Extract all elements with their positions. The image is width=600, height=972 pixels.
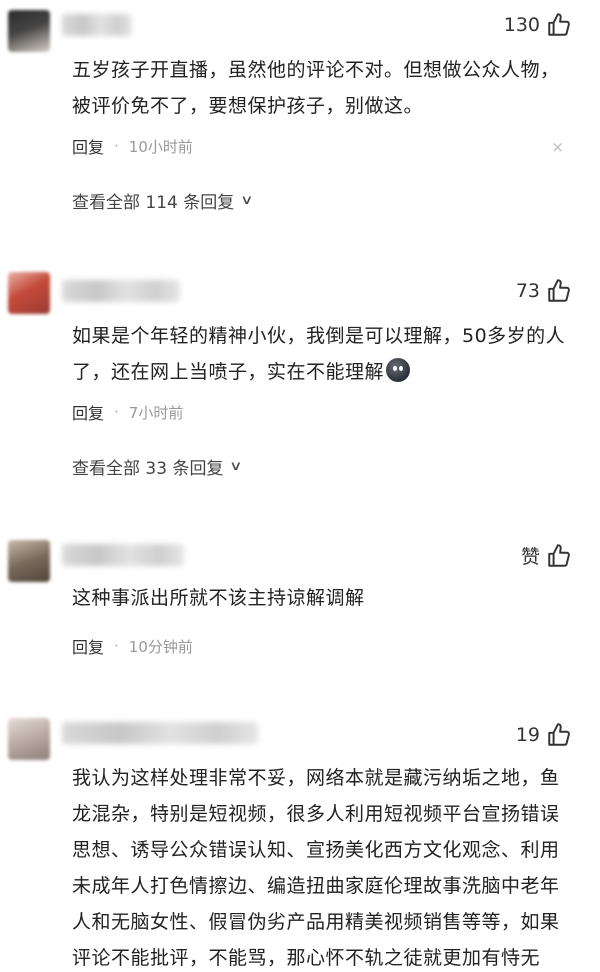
comment-text: 如果是个年轻的精神小伙，我倒是可以理解，50多岁的人了，还在网上当喷子，实在不能… xyxy=(72,318,572,390)
thumbs-up-icon xyxy=(548,723,570,746)
like-label: 赞 xyxy=(520,546,540,568)
view-all-replies-button[interactable]: 查看全部 33 条回复 ∨ xyxy=(72,454,243,479)
thumbs-up-icon xyxy=(548,13,570,36)
timestamp: 7小时前 xyxy=(128,403,184,422)
thumbs-up-icon xyxy=(548,279,570,302)
separator-dot: · xyxy=(114,137,119,155)
like-count: 130 xyxy=(503,14,540,36)
reply-button[interactable]: 回复 xyxy=(72,634,104,658)
username-blurred[interactable] xyxy=(62,14,132,36)
comment-text-body: 如果是个年轻的精神小伙，我倒是可以理解，50多岁的人了，还在网上当喷子，实在不能… xyxy=(72,325,566,383)
avatar[interactable] xyxy=(8,718,50,760)
username-blurred[interactable] xyxy=(62,544,184,566)
comment-2: 73 如果是个年轻的精神小伙，我倒是可以理解，50多岁的人了，还在网上当喷子，实… xyxy=(0,266,600,506)
view-all-label: 查看全部 114 条回复 xyxy=(72,193,235,213)
like-count: 19 xyxy=(515,724,540,746)
comment-text: 五岁孩子开直播，虽然他的评论不对。但想做公众人物，被评价免不了，要想保护孩子，别… xyxy=(72,59,560,117)
view-all-replies-button[interactable]: 查看全部 114 条回复 ∨ xyxy=(72,188,254,213)
like-button[interactable]: 130 xyxy=(504,12,572,38)
separator-dot: · xyxy=(114,637,119,655)
username-blurred[interactable] xyxy=(62,280,180,302)
comment-meta: 回复 · 10分钟前 xyxy=(72,634,193,658)
comment-text: 我认为这样处理非常不妥，网络本就是藏污纳垢之地，鱼龙混杂，特别是短视频，很多人利… xyxy=(72,767,560,969)
avatar[interactable] xyxy=(8,540,50,582)
comment-meta: 回复 · 10小时前 xyxy=(72,134,193,158)
dark-face-emoji-icon xyxy=(386,358,411,382)
close-icon[interactable]: × xyxy=(551,138,564,156)
reply-button[interactable]: 回复 xyxy=(72,134,104,158)
like-count: 73 xyxy=(515,280,540,302)
comment-3: 赞 这种事派出所就不该主持谅解调解 回复 · 10分钟前 xyxy=(0,532,600,692)
like-button[interactable]: 19 xyxy=(516,722,572,748)
username-blurred[interactable] xyxy=(62,722,258,744)
like-button[interactable]: 73 xyxy=(516,278,572,304)
chevron-down-icon: ∨ xyxy=(229,459,243,474)
comment-1: 130 五岁孩子开直播，虽然他的评论不对。但想做公众人物，被评价免不了，要想保护… xyxy=(0,0,600,240)
avatar[interactable] xyxy=(8,272,50,314)
chevron-down-icon: ∨ xyxy=(240,193,254,208)
timestamp: 10分钟前 xyxy=(128,637,193,656)
thumbs-up-icon xyxy=(548,543,570,567)
avatar[interactable] xyxy=(8,10,50,52)
reply-button[interactable]: 回复 xyxy=(72,400,104,424)
comment-4: 19 我认为这样处理非常不妥，网络本就是藏污纳垢之地，鱼龙混杂，特别是短视频，很… xyxy=(0,712,600,972)
like-button[interactable]: 赞 xyxy=(521,542,572,569)
comment-meta: 回复 · 7小时前 xyxy=(72,400,183,424)
separator-dot: · xyxy=(114,403,119,421)
comment-text: 这种事派出所就不该主持谅解调解 xyxy=(72,587,365,609)
view-all-label: 查看全部 33 条回复 xyxy=(72,459,224,479)
timestamp: 10小时前 xyxy=(128,137,193,156)
